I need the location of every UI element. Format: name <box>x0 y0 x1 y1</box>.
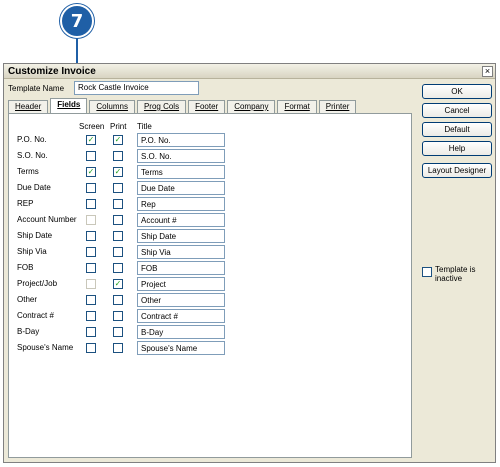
screen-checkbox-spouse-s-name[interactable] <box>86 343 96 353</box>
print-checkbox-contract[interactable] <box>113 311 123 321</box>
ok-button[interactable]: OK <box>422 84 492 99</box>
field-label-p-o-no: P.O. No. <box>17 135 47 144</box>
field-label-ship-via: Ship Via <box>17 247 47 256</box>
title-input-project-job[interactable]: Project <box>137 277 225 291</box>
default-button[interactable]: Default <box>422 122 492 137</box>
close-icon[interactable]: × <box>482 66 493 77</box>
fields-panel: Screen Print Title P.O. No. ✓ ✓ P.O. No. S.O… <box>8 113 412 458</box>
field-label-terms: Terms <box>17 167 39 176</box>
screen-checkbox-rep[interactable] <box>86 199 96 209</box>
screen-checkbox-contract[interactable] <box>86 311 96 321</box>
template-inactive-checkbox[interactable] <box>422 267 432 277</box>
print-checkbox-project-job[interactable]: ✓ <box>113 279 123 289</box>
step-number: 7 <box>70 10 84 32</box>
title-input-p-o-no[interactable]: P.O. No. <box>137 133 225 147</box>
print-checkbox-rep[interactable] <box>113 199 123 209</box>
print-checkbox-terms[interactable]: ✓ <box>113 167 123 177</box>
title-input-b-day[interactable]: B-Day <box>137 325 225 339</box>
template-inactive-label: Template is inactive <box>435 265 476 283</box>
help-button[interactable]: Help <box>422 141 492 156</box>
title-input-due-date[interactable]: Due Date <box>137 181 225 195</box>
field-label-ship-date: Ship Date <box>17 231 53 240</box>
tab-fields[interactable]: Fields <box>50 98 88 113</box>
title-column-header: Title <box>137 122 152 131</box>
layout-designer-button[interactable]: Layout Designer <box>422 163 492 178</box>
print-checkbox-spouse-s-name[interactable] <box>113 343 123 353</box>
tab-prog-cols[interactable]: Prog Cols <box>136 100 187 113</box>
print-checkbox-p-o-no[interactable]: ✓ <box>113 135 123 145</box>
dialog-title: Customize Invoice <box>8 65 96 77</box>
field-label-contract: Contract # <box>17 311 54 320</box>
field-label-b-day: B-Day <box>17 327 40 336</box>
tab-footer[interactable]: Footer <box>188 100 226 113</box>
template-name-label: Template Name <box>8 84 65 93</box>
field-label-spouse-s-name: Spouse's Name <box>17 343 74 352</box>
title-input-account-number[interactable]: Account # <box>137 213 225 227</box>
print-checkbox-ship-via[interactable] <box>113 247 123 257</box>
title-input-terms[interactable]: Terms <box>137 165 225 179</box>
screen-checkbox-s-o-no[interactable] <box>86 151 96 161</box>
screen-checkbox-terms[interactable]: ✓ <box>86 167 96 177</box>
field-label-other: Other <box>17 295 38 304</box>
screen-column-header: Screen <box>79 122 105 131</box>
print-column-header: Print <box>110 122 127 131</box>
print-checkbox-other[interactable] <box>113 295 123 305</box>
field-label-s-o-no: S.O. No. <box>17 151 48 160</box>
title-input-rep[interactable]: Rep <box>137 197 225 211</box>
field-label-account-number: Account Number <box>17 215 77 224</box>
print-checkbox-s-o-no[interactable] <box>113 151 123 161</box>
screen-checkbox-ship-date[interactable] <box>86 231 96 241</box>
dialog-titlebar: Customize Invoice <box>4 64 495 79</box>
title-input-ship-via[interactable]: Ship Via <box>137 245 225 259</box>
screen-checkbox-b-day[interactable] <box>86 327 96 337</box>
print-checkbox-b-day[interactable] <box>113 327 123 337</box>
field-label-project-job: Project/Job <box>17 279 58 288</box>
screen-checkbox-fob[interactable] <box>86 263 96 273</box>
customize-invoice-dialog: Customize Invoice × Template Name Rock C… <box>3 63 496 463</box>
title-input-spouse-s-name[interactable]: Spouse's Name <box>137 341 225 355</box>
print-checkbox-due-date[interactable] <box>113 183 123 193</box>
screen-checkbox-ship-via[interactable] <box>86 247 96 257</box>
template-name-input[interactable]: Rock Castle Invoice <box>74 81 199 95</box>
screen-checkbox-p-o-no[interactable]: ✓ <box>86 135 96 145</box>
step-callout: 7 <box>60 4 94 38</box>
print-checkbox-account-number[interactable] <box>113 215 123 225</box>
field-label-due-date: Due Date <box>17 183 51 192</box>
screen-checkbox-due-date[interactable] <box>86 183 96 193</box>
tab-company[interactable]: Company <box>227 100 276 113</box>
cancel-button[interactable]: Cancel <box>422 103 492 118</box>
tab-strip: Header Fields Columns Prog Cols Footer Compan… <box>8 98 358 113</box>
screen-checkbox-other[interactable] <box>86 295 96 305</box>
screen-checkbox-account-number[interactable] <box>86 215 96 225</box>
tab-format[interactable]: Format <box>277 100 317 113</box>
title-input-fob[interactable]: FOB <box>137 261 225 275</box>
title-input-contract[interactable]: Contract # <box>137 309 225 323</box>
print-checkbox-ship-date[interactable] <box>113 231 123 241</box>
field-label-rep: REP <box>17 199 34 208</box>
screen-checkbox-project-job[interactable] <box>86 279 96 289</box>
tab-columns[interactable]: Columns <box>89 100 135 113</box>
tab-header[interactable]: Header <box>8 100 49 113</box>
title-input-other[interactable]: Other <box>137 293 225 307</box>
field-label-fob: FOB <box>17 263 34 272</box>
tab-printer[interactable]: Printer <box>318 100 357 113</box>
title-input-ship-date[interactable]: Ship Date <box>137 229 225 243</box>
print-checkbox-fob[interactable] <box>113 263 123 273</box>
title-input-s-o-no[interactable]: S.O. No. <box>137 149 225 163</box>
